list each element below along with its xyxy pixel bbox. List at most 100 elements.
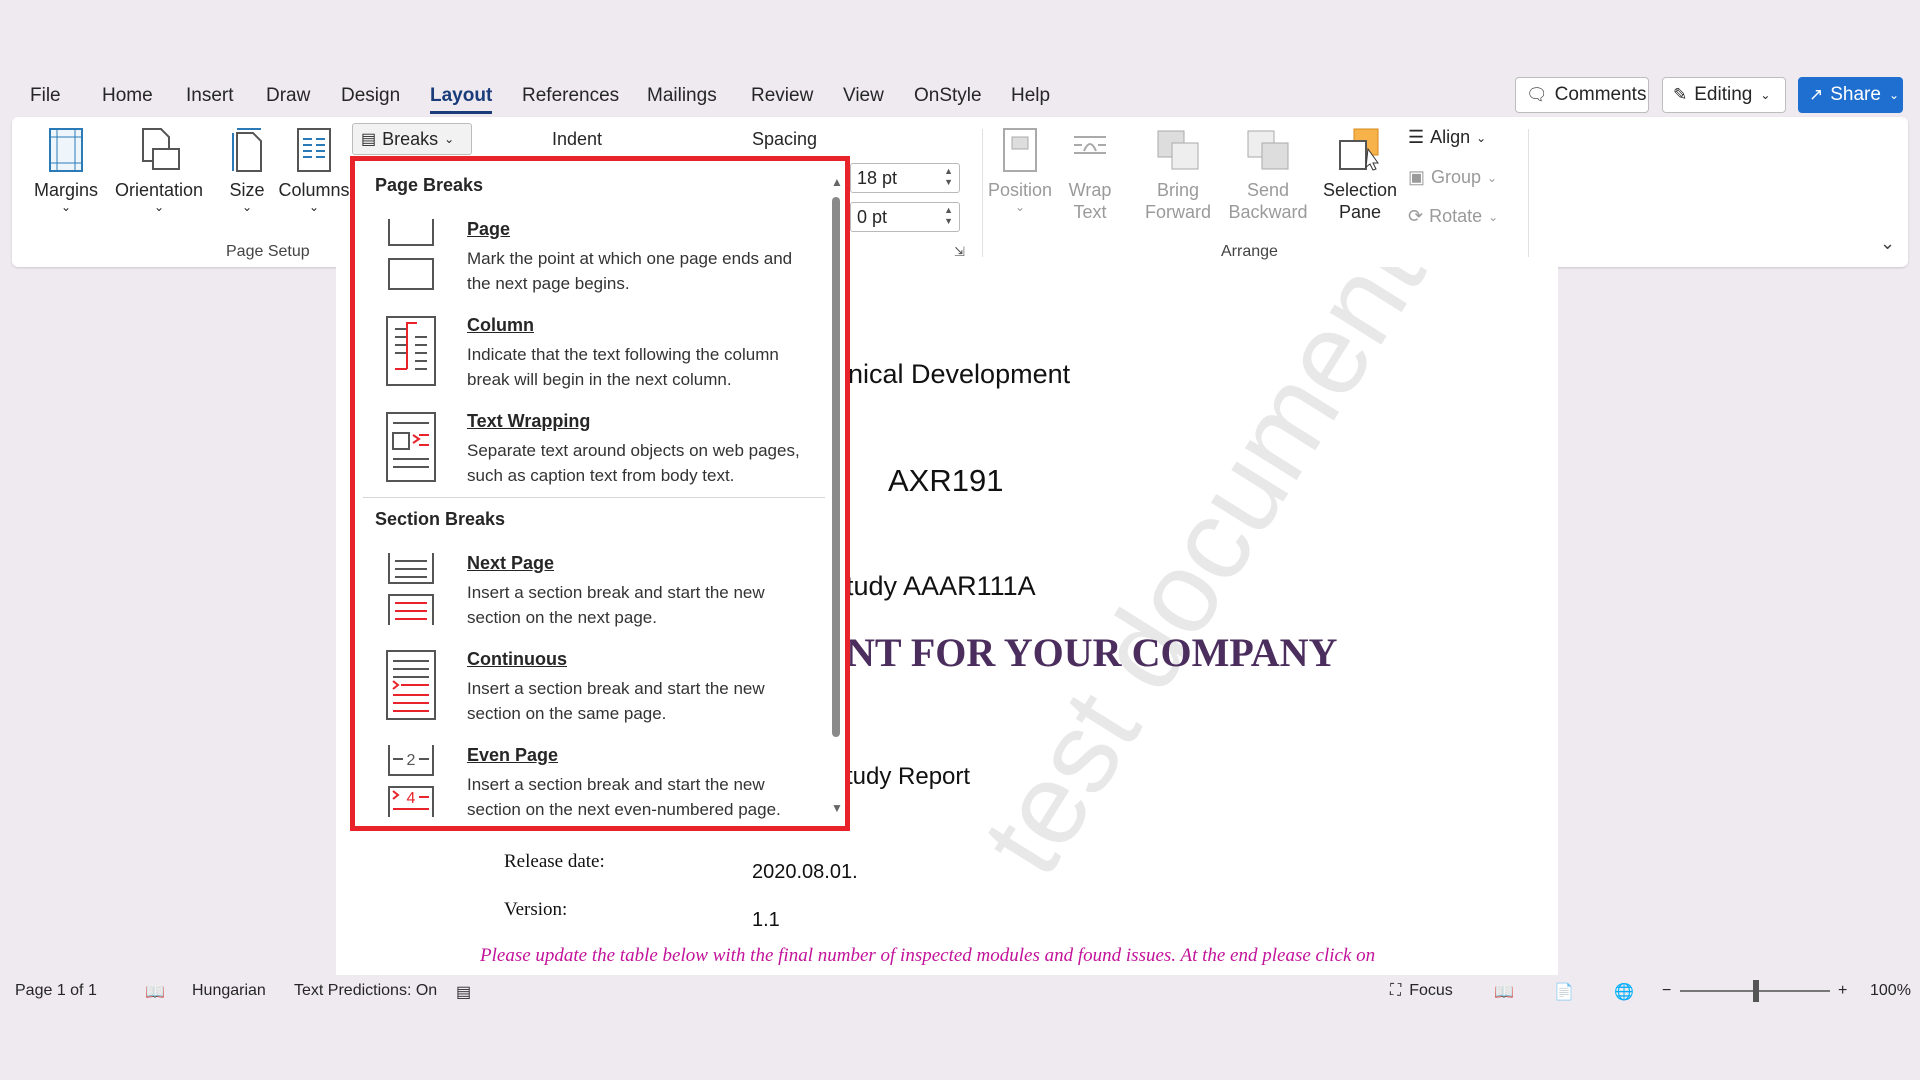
wrap-text-label: Text [1073, 202, 1107, 222]
columns-button[interactable]: Columns ⌄ [272, 127, 356, 213]
rotate-icon: ⟳ [1408, 206, 1424, 226]
comments-button[interactable]: 🗨 Comments [1515, 77, 1649, 113]
scroll-down-icon[interactable]: ▼ [831, 801, 843, 815]
zoom-slider-thumb[interactable] [1753, 980, 1759, 1002]
menu-design[interactable]: Design [341, 78, 400, 114]
menu-file[interactable]: File [30, 78, 61, 114]
doc-company-title: NT FOR YOUR COMPANY [846, 630, 1338, 675]
menu-home[interactable]: Home [102, 78, 153, 114]
break-page-item[interactable]: Page Mark the point at which one page en… [355, 219, 815, 309]
menu-onstyle[interactable]: OnStyle [914, 78, 982, 114]
page-count[interactable]: Page 1 of 1 [15, 982, 97, 1000]
web-layout-icon[interactable]: 🌐 [1614, 982, 1642, 1002]
page-breaks-header: Page Breaks [375, 175, 484, 195]
doc-heading-development: nical Development [848, 359, 1071, 389]
accessibility-icon[interactable]: ▤ [456, 982, 479, 1002]
margins-button[interactable]: Margins ⌄ [32, 127, 100, 213]
bring-forward-button[interactable]: Bring Forward [1138, 127, 1218, 223]
send-backward-button[interactable]: Send Backward [1222, 127, 1314, 223]
size-button[interactable]: Size ⌄ [214, 127, 280, 213]
dialog-launcher-icon[interactable]: ⇲ [954, 244, 965, 260]
menu-draw[interactable]: Draw [266, 78, 310, 114]
selection-pane-button[interactable]: Selection Pane [1320, 127, 1400, 223]
group-separator [982, 129, 983, 257]
break-column-title: Column [467, 315, 534, 335]
bring-label: Bring [1156, 180, 1200, 200]
menu-references[interactable]: References [522, 78, 619, 114]
even-icon-number-4: 4 [407, 790, 416, 807]
chevron-down-icon: ⌄ [1487, 170, 1498, 185]
menu-review[interactable]: Review [751, 78, 813, 114]
next-page-break-icon [388, 553, 434, 625]
menu-layout[interactable]: Layout [430, 78, 493, 114]
spinner-arrows-icon[interactable]: ▲ ▼ [944, 205, 953, 227]
align-button[interactable]: ☰ Align ⌄ [1408, 127, 1486, 148]
editing-button[interactable]: ✎ Editing ⌄ [1662, 77, 1786, 113]
wrap-label: Wrap [1068, 180, 1112, 200]
margins-icon [49, 128, 83, 172]
scroll-up-icon[interactable]: ▲ [831, 175, 843, 189]
break-continuous-item[interactable]: Continuous Insert a section break and st… [355, 649, 815, 739]
break-next-page-title: Next Page [467, 553, 555, 573]
menu-view[interactable]: View [843, 78, 884, 114]
break-page-title: Page [467, 219, 511, 239]
position-button[interactable]: Position ⌄ [984, 127, 1056, 213]
break-text-wrapping-item[interactable]: Text Wrapping Separate text around objec… [355, 411, 815, 501]
doc-code: AXR191 [888, 463, 1004, 498]
section-breaks-header: Section Breaks [375, 509, 506, 529]
text-predictions-status[interactable]: Text Predictions: On [294, 982, 437, 1000]
version-value: 1.1 [752, 909, 780, 931]
zoom-out-icon[interactable]: − [1662, 982, 1671, 1000]
breaks-icon: ▤ [361, 131, 377, 148]
spinner-arrows-icon[interactable]: ▲ ▼ [944, 166, 953, 188]
break-continuous-desc: Insert a section break and start the new… [467, 679, 765, 723]
menu-help[interactable]: Help [1011, 78, 1050, 114]
spacing-before-input[interactable]: 18 pt ▲ ▼ [850, 163, 960, 193]
chevron-down-icon: ⌄ [1488, 209, 1499, 224]
breaks-button[interactable]: ▤ Breaks ⌄ [352, 123, 472, 155]
selection-label: Selection [1322, 180, 1398, 200]
break-column-item[interactable]: Column Indicate that the text following … [355, 315, 815, 405]
position-icon [1003, 128, 1037, 172]
share-icon: ↗ [1809, 85, 1824, 104]
position-label: Position [987, 180, 1053, 200]
group-button[interactable]: ▣ Group ⌄ [1408, 167, 1497, 188]
menu-mailings[interactable]: Mailings [647, 78, 717, 114]
doc-instruction-note: Please update the table below with the f… [480, 945, 1376, 966]
share-button[interactable]: ↗ Share ⌄ [1798, 77, 1903, 113]
page-break-icon [388, 219, 434, 290]
scroll-thumb[interactable] [832, 197, 840, 737]
send-label: Send [1246, 180, 1290, 200]
ribbon-collapse-icon[interactable]: ⌄ [1880, 233, 1895, 254]
focus-button[interactable]: ⛶ Focus [1390, 982, 1453, 1000]
orientation-button[interactable]: Orientation ⌄ [106, 127, 212, 213]
zoom-level[interactable]: 100% [1870, 982, 1911, 1000]
columns-label: Columns [278, 180, 350, 200]
read-mode-icon[interactable]: 📖 [1494, 982, 1522, 1002]
even-page-break-icon: 24 [388, 745, 434, 817]
version-label: Version: [504, 899, 568, 920]
chevron-down-icon: ⌄ [1014, 200, 1026, 214]
break-even-page-item[interactable]: 24 Even Page Insert a section break and … [355, 745, 815, 826]
breaks-label: Breaks [382, 128, 439, 149]
comments-label: Comments [1554, 84, 1647, 105]
chevron-down-icon: ⌄ [1888, 88, 1900, 102]
break-page-desc: Mark the point at which one page ends an… [467, 249, 793, 293]
columns-icon [297, 128, 331, 172]
chevron-down-icon: ⌄ [308, 200, 320, 214]
rotate-button[interactable]: ⟳ Rotate ⌄ [1408, 206, 1498, 227]
wrap-text-button[interactable]: Wrap Text [1060, 127, 1120, 223]
spacing-after-input[interactable]: 0 pt ▲ ▼ [850, 202, 960, 232]
backward-label: Backward [1228, 202, 1308, 222]
selection-pane-icon [1339, 128, 1379, 171]
arrange-group-label: Arrange [1221, 243, 1278, 260]
menu-insert[interactable]: Insert [186, 78, 234, 114]
zoom-in-icon[interactable]: + [1838, 982, 1847, 1000]
dropdown-scrollbar[interactable]: ▲ ▼ [831, 175, 843, 815]
break-next-page-item[interactable]: Next Page Insert a section break and sta… [355, 553, 815, 643]
print-layout-icon[interactable]: 📄 [1554, 982, 1582, 1002]
language-status[interactable]: Hungarian [192, 982, 266, 1000]
break-even-page-desc: Insert a section break and start the new… [467, 775, 781, 819]
text-wrapping-break-icon [386, 412, 436, 482]
proofing-icon[interactable]: 📖 [145, 982, 173, 1002]
